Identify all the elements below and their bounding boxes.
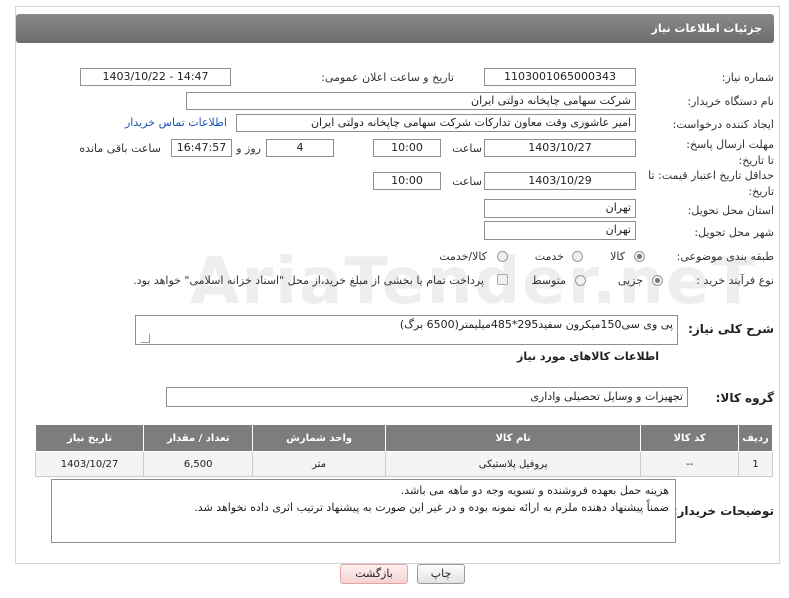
category-option-goods: کالا [610,250,625,263]
reply-date-field: 1403/10/27 [484,139,636,157]
province-label: استان محل تحویل: [687,204,774,217]
col-name: نام کالا [384,424,642,452]
description-field: پی وی سی150میکرون سفید295*485میلیمتر(650… [135,315,678,345]
cell-unit: متر [252,451,386,477]
description-label: شرح کلی نیاز: [688,322,774,336]
reply-deadline-label: مهلت ارسال پاسخ: تا تاریخ: [686,138,774,167]
goods-group-label: گروه کالا: [715,391,774,405]
goods-group-field: تجهیزات و وسایل تحصیلی واداری [166,387,688,407]
process-label: نوع فرآیند خرید : [696,274,774,287]
process-radio-medium[interactable] [575,275,586,286]
city-field: تهران [484,221,636,240]
price-valid-date-field: 1403/10/29 [484,172,636,190]
creator-field: امیر عاشوری وقت معاون تدارکات شرکت سهامی… [236,114,636,132]
category-radio-goods[interactable] [634,251,645,262]
city-label: شهر محل تحویل: [694,226,774,239]
remaining-time-field: 16:47:57 [171,139,232,157]
buyer-notes-label: توضیحات خریدار: [672,504,774,518]
reply-time-field: 10:00 [373,139,441,157]
need-number-label: شماره نیاز: [721,71,774,84]
buyer-org-label: نام دستگاه خریدار: [687,95,774,108]
process-radio-minor[interactable] [652,275,663,286]
goods-table: ردیف کد کالا نام کالا واحد شمارش تعداد /… [34,424,773,477]
cell-code: -- [640,451,740,477]
cell-row: 1 [738,451,773,477]
header-bar: جزئیات اطلاعات نیاز [16,14,774,43]
buyer-org-field: شرکت سهامی چاپخانه دولتی ایران [186,92,636,110]
creator-label: ایجاد کننده درخواست: [672,118,774,131]
category-option-service: خدمت [534,250,564,263]
cell-need-date: 1403/10/27 [34,451,145,477]
col-row: ردیف [738,424,773,452]
buyer-note-line-2: ضمناً پیشنهاد دهنده ملزم به ارائه نمونه … [194,501,669,514]
process-option-medium: متوسط [531,274,566,287]
goods-table-header: ردیف کد کالا نام کالا واحد شمارش تعداد /… [34,424,773,452]
resize-grip-icon[interactable] [141,334,150,343]
days-count-field: 4 [266,139,334,157]
print-button[interactable]: چاپ [417,564,465,584]
cell-quantity: 6,500 [143,451,254,477]
category-label: طبقه بندی موضوعی: [676,250,774,263]
reply-time-label: ساعت [452,142,482,155]
treasury-payment-checkbox[interactable] [497,274,508,285]
col-code: کد کالا [640,424,740,452]
need-number-field: 1103001065000343 [484,68,636,86]
announce-field: 1403/10/22 - 14:47 [80,68,231,86]
col-quantity: تعداد / مقدار [143,424,254,452]
announce-label: تاریخ و ساعت اعلان عمومی: [321,71,454,84]
contact-buyer-link[interactable]: اطلاعات تماس خریدار [125,116,227,129]
category-option-goods-service: کالا/خدمت [439,250,487,263]
treasury-payment-note: پرداخت تمام یا بخشی از مبلغ خرید،از محل … [133,274,484,287]
page-title: جزئیات اطلاعات نیاز [651,22,763,35]
process-option-minor: جزیی [617,274,643,287]
goods-section-title: اطلاعات کالاهای مورد نیاز [517,350,659,363]
price-valid-time-label: ساعت [452,175,482,188]
back-button[interactable]: بازگشت [340,564,408,584]
remaining-label: ساعت باقی مانده [79,142,161,155]
price-valid-label: حداقل تاریخ اعتبار قیمت: تا تاریخ: [648,169,774,198]
buyer-notes-field: هزینه حمل بعهده فروشنده و تسویه وجه دو م… [51,479,676,543]
price-valid-time-field: 10:00 [373,172,441,190]
category-radio-service[interactable] [572,251,583,262]
category-radio-goods-service[interactable] [497,251,508,262]
table-row: 1 -- پروفیل پلاستیکی متر 6,500 1403/10/2… [34,451,773,477]
col-unit: واحد شمارش [252,424,386,452]
col-need-date: تاریخ نیاز [34,424,145,452]
province-field: تهران [484,199,636,218]
days-label: روز و [236,142,261,155]
buyer-note-line-1: هزینه حمل بعهده فروشنده و تسویه وجه دو م… [400,484,669,497]
cell-name: پروفیل پلاستیکی [384,451,642,477]
